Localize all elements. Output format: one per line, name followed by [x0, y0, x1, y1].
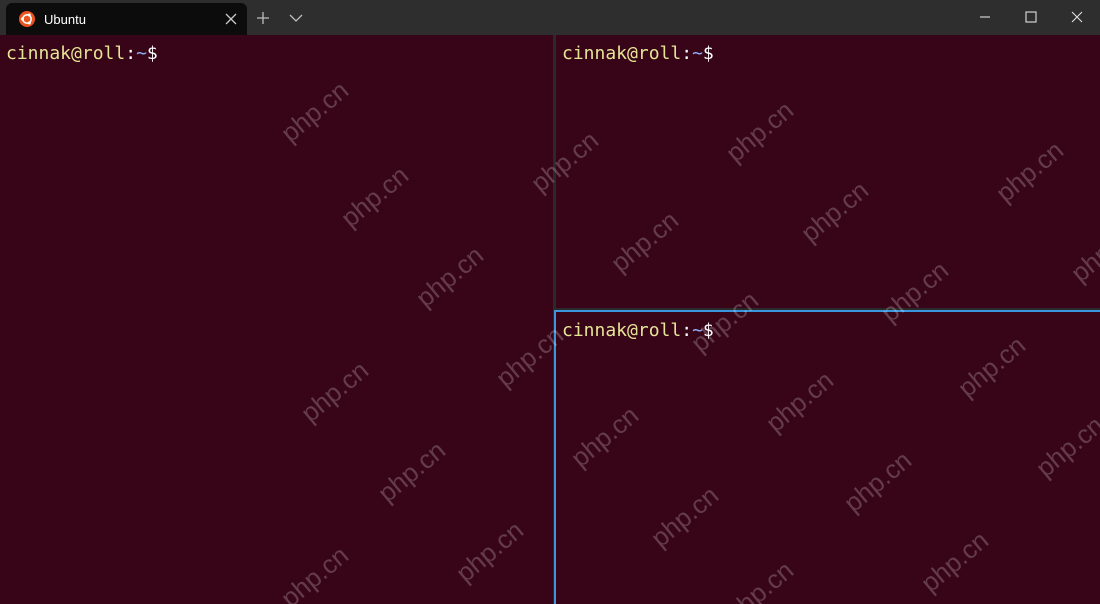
prompt-colon: : [681, 320, 693, 341]
shell-prompt: cinnak@roll:~$ [6, 43, 158, 65]
chevron-down-icon[interactable] [288, 10, 304, 26]
ubuntu-icon [19, 11, 35, 27]
terminal-pane-top-right[interactable]: cinnak@roll:~$ [556, 35, 1100, 309]
prompt-symbol: $ [146, 43, 158, 64]
minimize-button[interactable] [962, 0, 1008, 35]
minimize-icon [980, 16, 990, 18]
prompt-colon: : [125, 43, 137, 64]
prompt-user-host: cinnak@roll [562, 43, 682, 64]
maximize-button[interactable] [1008, 0, 1054, 35]
tab-title: Ubuntu [44, 12, 86, 27]
plus-icon[interactable] [254, 9, 272, 27]
maximize-icon [1025, 11, 1037, 23]
terminal-pane-left[interactable]: cinnak@roll:~$ [0, 35, 553, 604]
prompt-colon: : [681, 43, 693, 64]
prompt-user-host: cinnak@roll [6, 43, 126, 64]
prompt-path: ~ [136, 43, 147, 64]
prompt-path: ~ [692, 43, 703, 64]
shell-prompt: cinnak@roll:~$ [562, 43, 714, 65]
close-icon[interactable] [224, 12, 238, 26]
close-window-button[interactable] [1054, 0, 1100, 35]
terminal-window: Ubuntu cinnak@roll:~$ cinnak@roll:~$ cin… [0, 0, 1100, 604]
title-bar[interactable]: Ubuntu [0, 0, 1100, 35]
terminal-pane-bottom-right-focused[interactable]: cinnak@roll:~$ [554, 310, 1100, 604]
close-icon [1071, 11, 1083, 23]
prompt-user-host: cinnak@roll [562, 320, 682, 341]
prompt-symbol: $ [702, 320, 714, 341]
tab-ubuntu[interactable]: Ubuntu [6, 3, 247, 35]
shell-prompt: cinnak@roll:~$ [562, 320, 714, 342]
prompt-symbol: $ [702, 43, 714, 64]
prompt-path: ~ [692, 320, 703, 341]
